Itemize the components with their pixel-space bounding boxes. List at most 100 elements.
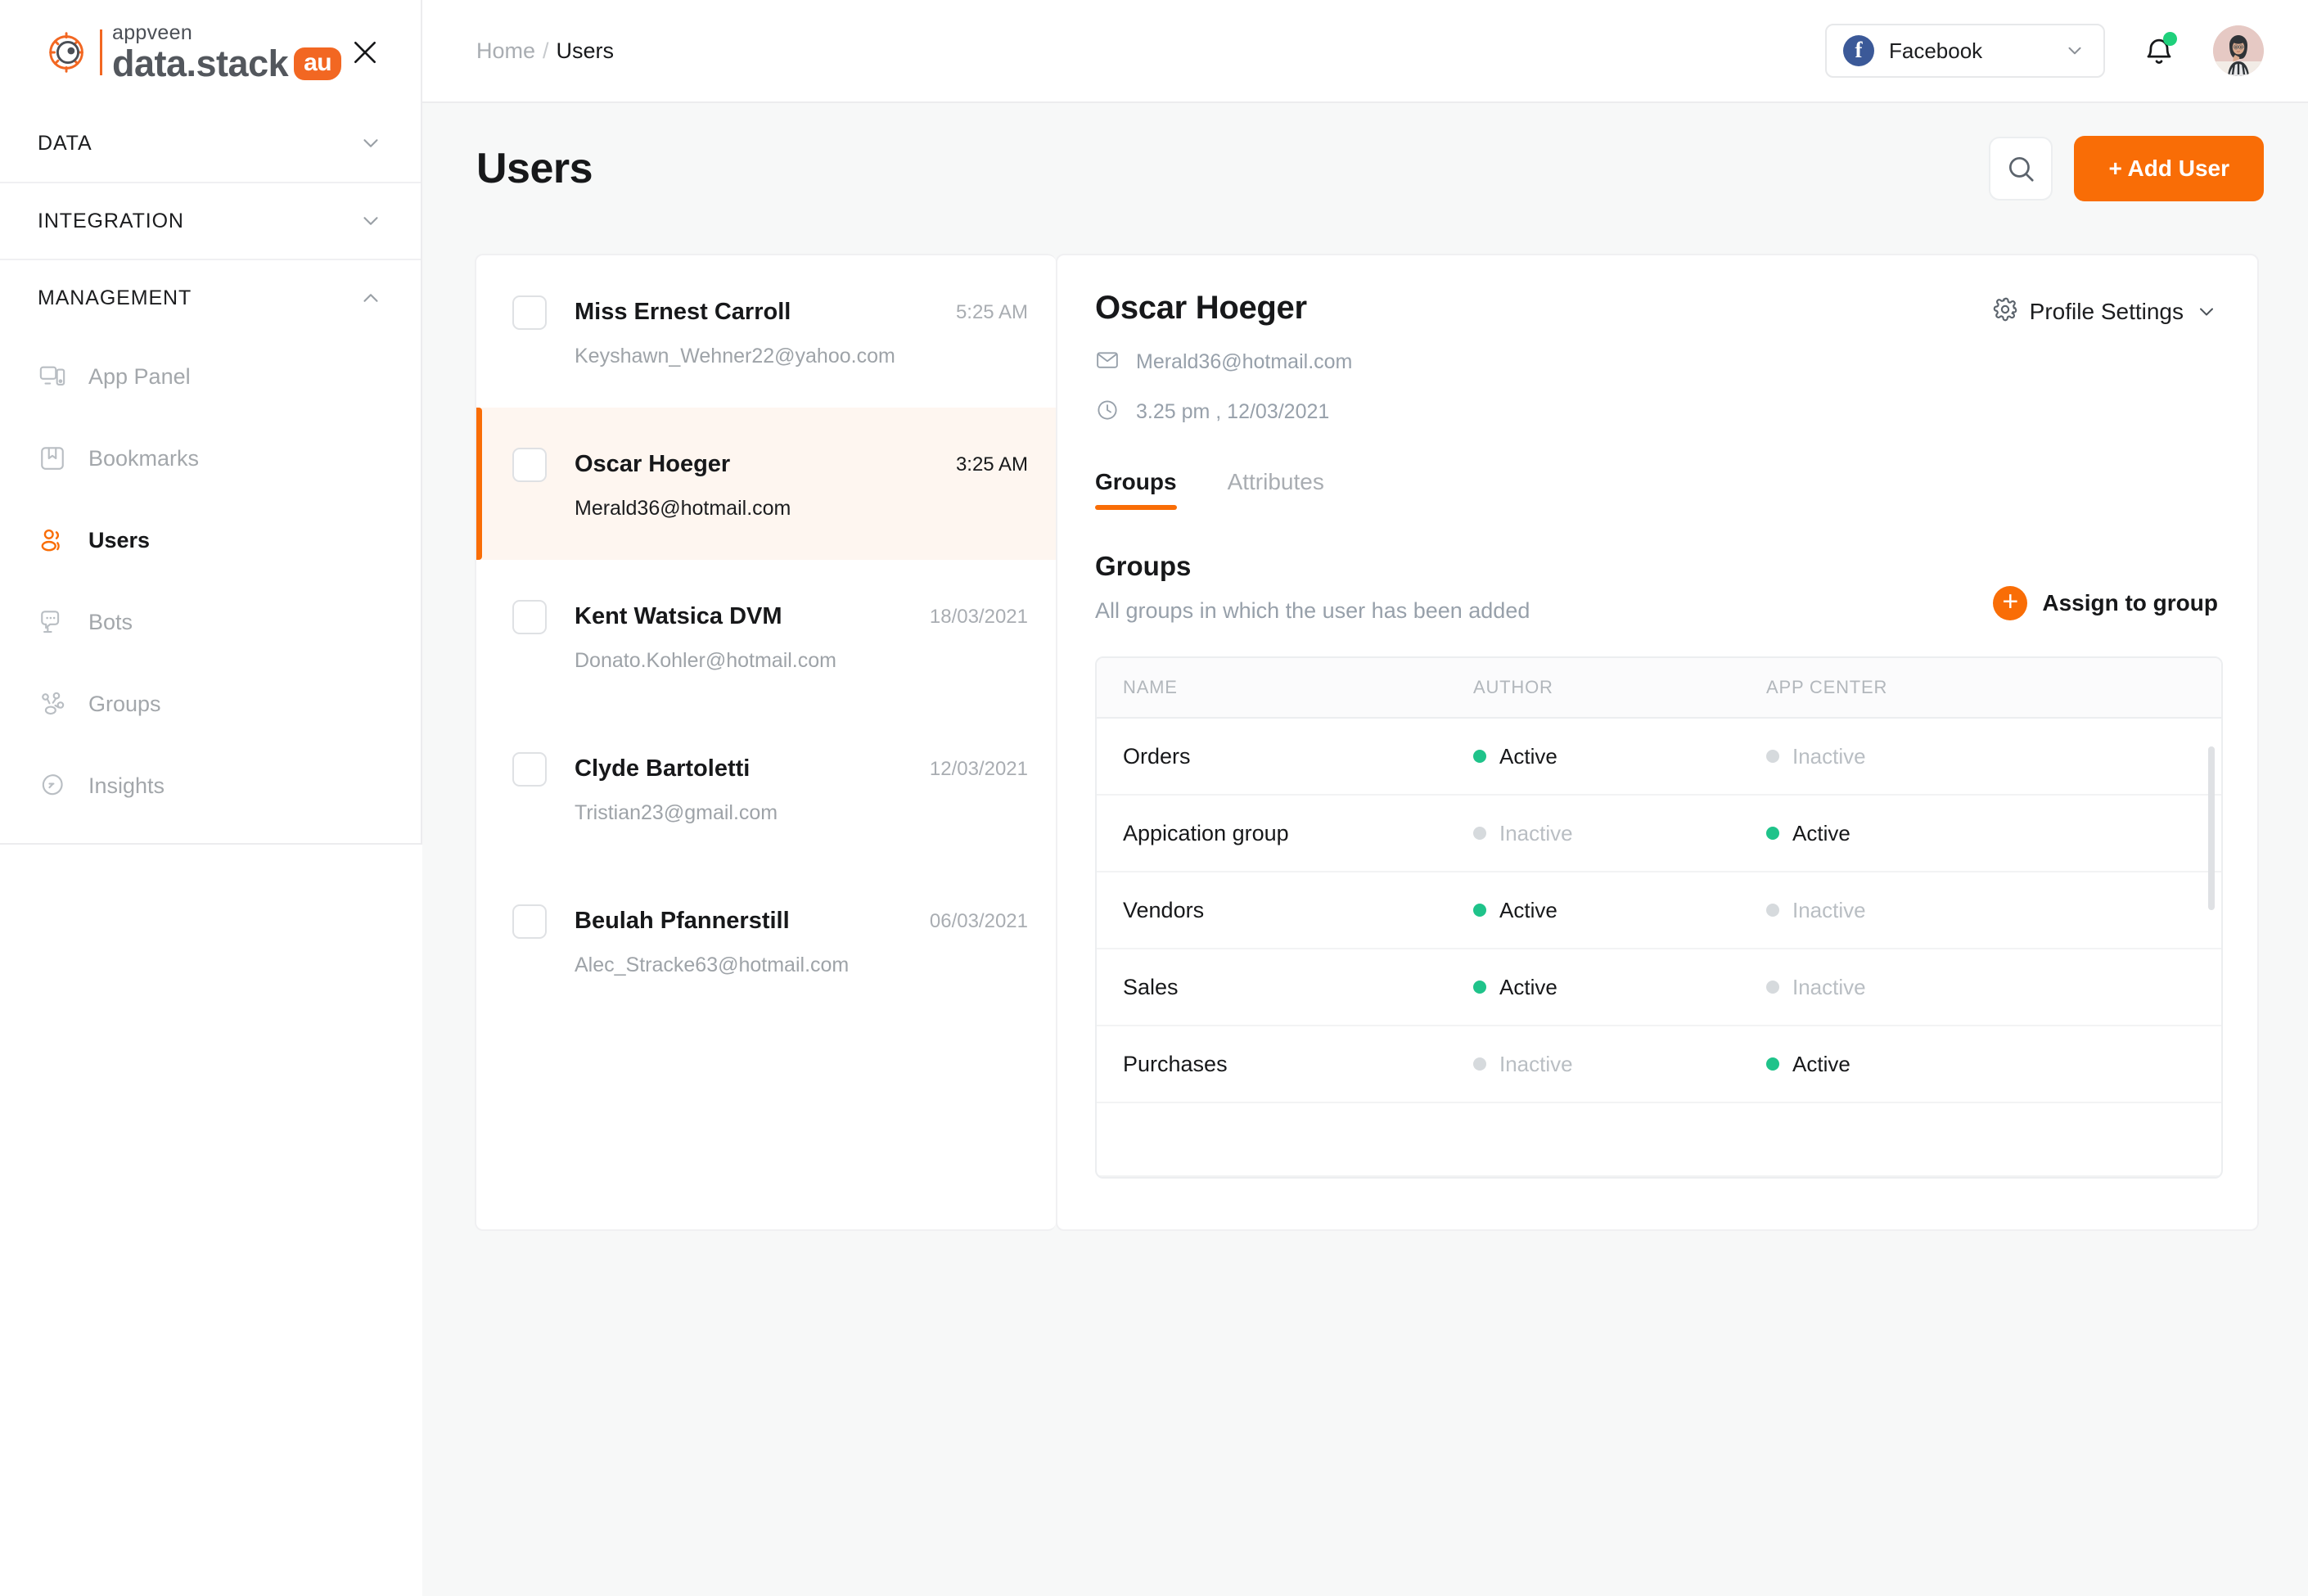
table-row[interactable]: Sales Active Inactive (1097, 949, 2221, 1026)
breadcrumb-separator: / (543, 38, 549, 63)
list-item-top: Beulah Pfannerstill 06/03/2021 (512, 904, 1028, 939)
status-badge: Active (1766, 821, 2094, 846)
groups-section-header: Groups All groups in which the user has … (1095, 551, 2218, 624)
logo-appveen: appveen (112, 21, 193, 44)
row-checkbox[interactable] (512, 599, 547, 634)
search-icon[interactable] (1989, 137, 2053, 201)
user-email: Tristian23@gmail.com (575, 800, 778, 824)
detail-email-row: Merald36@hotmail.com (1095, 348, 1352, 376)
app-selector[interactable]: f Facebook (1825, 24, 2105, 78)
sidebar-item-bookmarks[interactable]: Bookmarks (0, 417, 421, 499)
logo-divider (100, 29, 102, 75)
status-dot-icon (1473, 827, 1486, 840)
notification-bell-icon[interactable] (2139, 31, 2179, 70)
sidebar: appveen data.stack au DATA INTEGRATION M… (0, 0, 422, 1596)
sidebar-section-label: INTEGRATION (38, 209, 184, 232)
list-item[interactable]: Oscar Hoeger 3:25 AM Merald36@hotmail.co… (476, 408, 1056, 560)
user-name: Clyde Bartoletti (575, 755, 751, 782)
page-title: Users (476, 145, 593, 192)
user-name: Miss Ernest Carroll (575, 299, 791, 325)
status-dot-icon (1766, 1057, 1779, 1071)
detail-email: Merald36@hotmail.com (1136, 350, 1353, 373)
sidebar-item-label: App Panel (88, 363, 191, 389)
breadcrumb-home[interactable]: Home (476, 38, 535, 64)
list-item[interactable]: Beulah Pfannerstill 06/03/2021 Alec_Stra… (476, 864, 1056, 1017)
user-email: Keyshawn_Wehner22@yahoo.com (575, 344, 895, 367)
sidebar-section-management[interactable]: MANAGEMENT (0, 259, 421, 336)
datastack-gear-icon (43, 27, 93, 78)
assign-to-group-label: Assign to group (2042, 590, 2218, 615)
logo-datastack: data.stack au (112, 43, 342, 84)
column-header-app-center: APP CENTER (1766, 677, 1888, 697)
table-row[interactable]: Appication group Inactive Active (1097, 796, 2221, 872)
user-email: Alec_Stracke63@hotmail.com (575, 953, 850, 976)
row-checkbox[interactable] (512, 295, 547, 330)
page-header-actions: + Add User (1989, 136, 2264, 201)
app-center-status: Active (1766, 1052, 2094, 1077)
row-checkbox[interactable] (512, 447, 547, 482)
detail-time-row: 3.25 pm , 12/03/2021 (1095, 398, 1352, 426)
status-dot-icon (1766, 981, 1779, 994)
logo-datastack-text: data.stack (112, 43, 289, 84)
status-dot-icon (1766, 750, 1779, 763)
table-scrollbar[interactable] (2208, 746, 2215, 910)
close-icon[interactable] (344, 31, 386, 74)
sidebar-item-users[interactable]: Users (0, 499, 421, 581)
groups-title: Groups (1095, 551, 1192, 581)
status-badge: Inactive (1473, 821, 1766, 846)
app-logo[interactable]: appveen data.stack au (43, 21, 342, 84)
table-empty-row (1097, 1103, 2221, 1177)
breadcrumb: Home / Users (476, 38, 614, 64)
status-label: Inactive (1499, 1051, 1573, 1076)
tab-attributes[interactable]: Attributes (1228, 469, 1324, 510)
user-name: Kent Watsica DVM (575, 603, 782, 629)
group-name: Vendors (1123, 897, 1205, 922)
list-item[interactable]: Miss Ernest Carroll 5:25 AM Keyshawn_Weh… (476, 255, 1056, 408)
group-name: Sales (1123, 974, 1179, 999)
app-center-status: Inactive (1766, 744, 2094, 769)
status-label: Active (1499, 974, 1557, 999)
groups-table: NAME AUTHOR APP CENTER Orders Active Ina… (1095, 656, 2223, 1179)
sidebar-item-app-panel[interactable]: App Panel (0, 336, 421, 417)
sidebar-section-data[interactable]: DATA (0, 105, 421, 182)
add-user-button[interactable]: + Add User (2074, 136, 2264, 201)
status-label: Active (1792, 1051, 1850, 1076)
status-badge: Active (1473, 975, 1766, 1000)
sidebar-item-bots[interactable]: Bots (0, 581, 421, 663)
list-item-top: Clyde Bartoletti 12/03/2021 (512, 751, 1028, 787)
brand-row: appveen data.stack au (0, 0, 421, 105)
user-detail-panel: Oscar Hoeger Merald36@hotmail.com 3.25 p… (1056, 254, 2259, 1231)
assign-to-group-button[interactable]: + Assign to group (1993, 586, 2218, 624)
list-item[interactable]: Clyde Bartoletti 12/03/2021 Tristian23@g… (476, 712, 1056, 864)
tab-groups[interactable]: Groups (1095, 469, 1177, 510)
row-checkbox[interactable] (512, 751, 547, 787)
status-badge: Active (1766, 1052, 2094, 1077)
groups-icon (38, 689, 67, 719)
page-header: Users + Add User (422, 103, 2308, 234)
user-email: Merald36@hotmail.com (575, 496, 791, 520)
mail-icon (1095, 348, 1120, 376)
sidebar-section-integration[interactable]: INTEGRATION (0, 182, 421, 259)
chevron-down-icon (358, 131, 383, 156)
sidebar-item-groups[interactable]: Groups (0, 663, 421, 745)
app-panel-icon (38, 362, 67, 391)
groups-section-text: Groups All groups in which the user has … (1095, 551, 1530, 624)
app-center-status: Active (1766, 821, 2094, 846)
table-header-row: NAME AUTHOR APP CENTER (1097, 658, 2221, 719)
profile-settings-dropdown[interactable]: Profile Settings (1992, 296, 2218, 327)
author-status: Active (1473, 744, 1766, 769)
avatar[interactable] (2213, 25, 2264, 76)
column-header-name: NAME (1123, 677, 1178, 697)
row-checkbox[interactable] (512, 904, 547, 939)
chevron-down-icon (2064, 40, 2085, 61)
gear-icon (1992, 296, 2018, 327)
detail-timestamp: 3.25 pm , 12/03/2021 (1136, 400, 1330, 423)
sidebar-item-insights[interactable]: Insights (0, 745, 421, 827)
status-label: Active (1499, 743, 1557, 769)
table-row[interactable]: Purchases Inactive Active (1097, 1026, 2221, 1103)
list-item[interactable]: Kent Watsica DVM 18/03/2021 Donato.Kohle… (476, 560, 1056, 712)
list-item-top: Kent Watsica DVM 18/03/2021 (512, 599, 1028, 634)
table-row[interactable]: Vendors Active Inactive (1097, 872, 2221, 949)
sidebar-section-label: DATA (38, 131, 92, 155)
table-row[interactable]: Orders Active Inactive (1097, 719, 2221, 796)
